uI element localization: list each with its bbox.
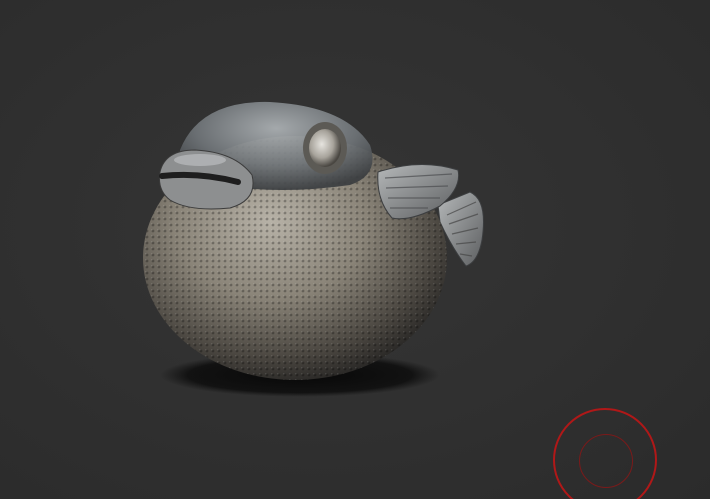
brush-cursor-inner [579, 434, 633, 488]
eye [303, 122, 347, 174]
sculpt-viewport[interactable] [0, 0, 710, 499]
